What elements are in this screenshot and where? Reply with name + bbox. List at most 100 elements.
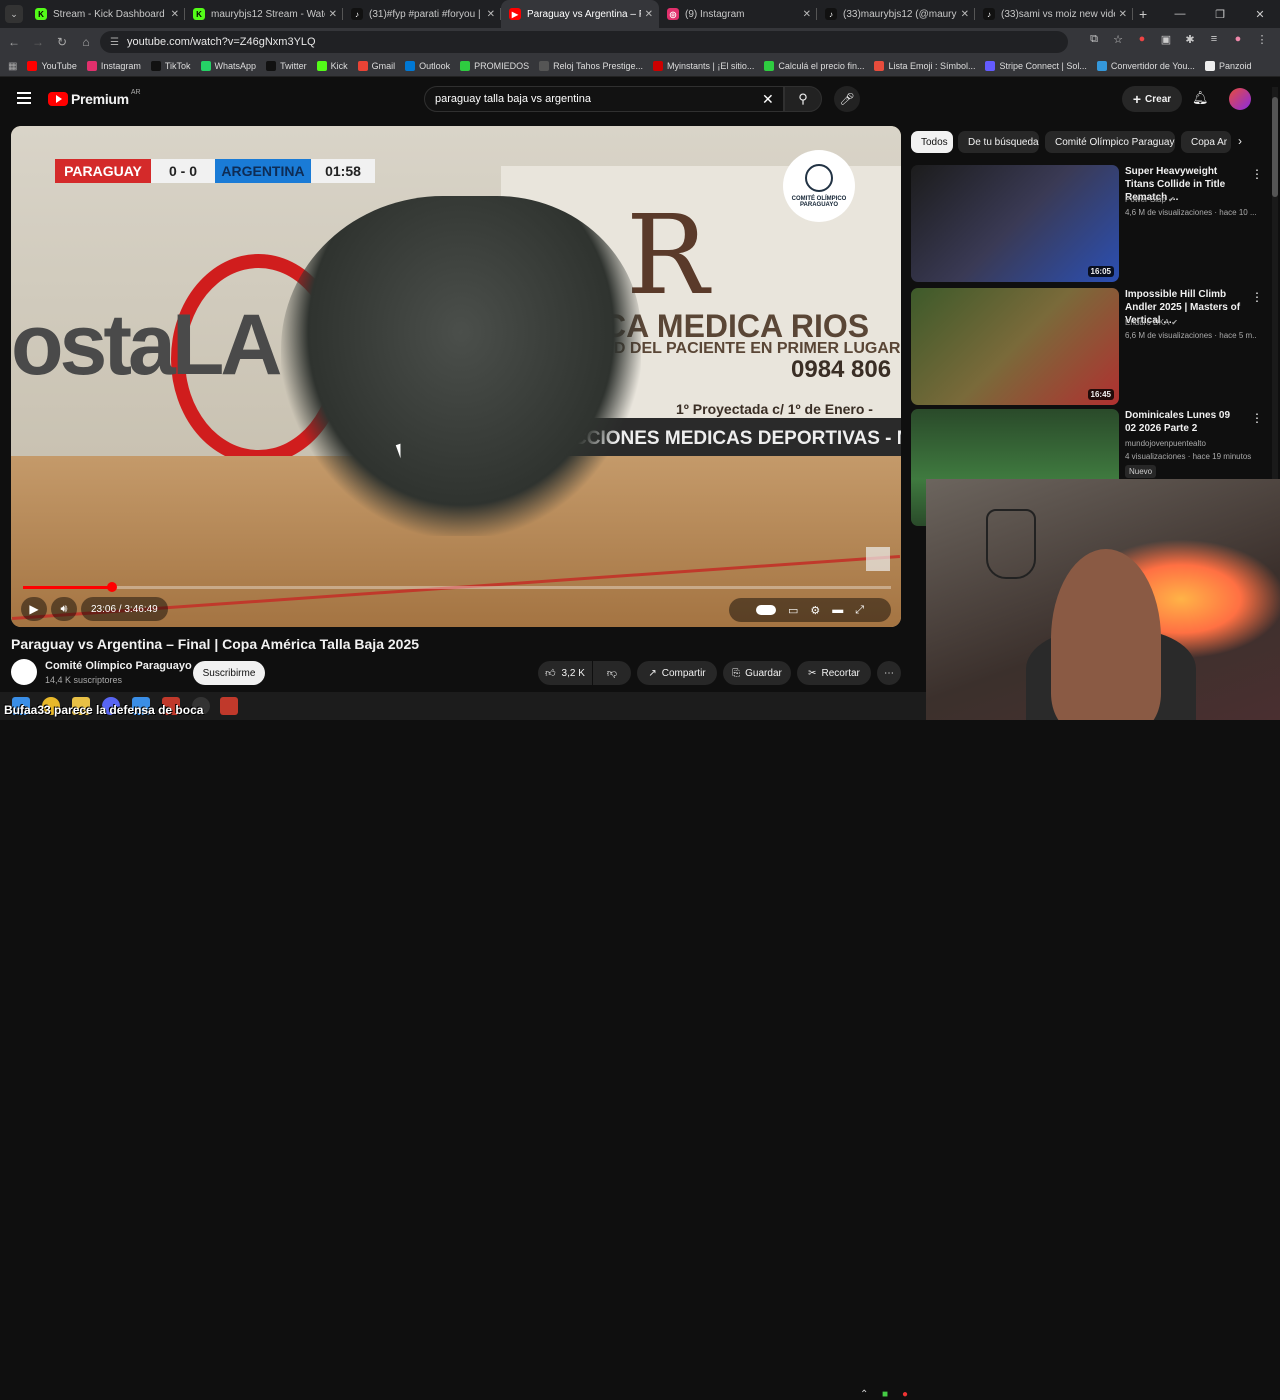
dislike-button[interactable]: 👎︎ bbox=[593, 661, 631, 685]
bookmark-item[interactable]: Calculá el precio fin... bbox=[764, 61, 864, 71]
home-icon[interactable]: ⌂ bbox=[74, 35, 98, 49]
filter-chip[interactable]: De tu búsqueda bbox=[958, 131, 1039, 153]
account-avatar[interactable] bbox=[1229, 88, 1251, 110]
more-options-icon[interactable]: ⋮ bbox=[1251, 167, 1263, 181]
notifications-bell-icon[interactable]: 🔔︎ bbox=[1192, 90, 1209, 106]
browser-tab[interactable]: K Stream - Kick Dashboard ✕ bbox=[27, 0, 185, 28]
reload-icon[interactable]: ↻ bbox=[50, 35, 74, 49]
profile-icon[interactable]: ● bbox=[1230, 33, 1246, 46]
new-tab-icon[interactable]: + bbox=[1139, 6, 1147, 22]
settings-gear-icon[interactable]: ⚙ bbox=[810, 604, 820, 617]
voice-search-button[interactable]: 🎤︎ bbox=[834, 86, 860, 112]
channel-avatar[interactable] bbox=[11, 659, 37, 685]
fullscreen-icon[interactable]: ⤢ bbox=[855, 604, 864, 617]
play-button[interactable]: ▶ bbox=[21, 597, 47, 621]
bookmark-item[interactable]: Twitter bbox=[266, 61, 307, 71]
tray-nvidia-icon[interactable]: ■ bbox=[882, 1389, 888, 1400]
channel-watermark[interactable] bbox=[866, 547, 890, 571]
tab-close-icon[interactable]: ✕ bbox=[803, 9, 811, 20]
close-window-icon[interactable]: ✕ bbox=[1240, 8, 1280, 21]
recommendation-title[interactable]: Dominicales Lunes 09 02 2026 Parte 2 bbox=[1125, 409, 1243, 435]
tab-close-icon[interactable]: ✕ bbox=[329, 9, 337, 20]
recommendation-meta: 6,6 M de visualizaciones · hace 5 m... bbox=[1125, 331, 1257, 340]
create-button[interactable]: + Crear bbox=[1122, 86, 1182, 112]
more-options-icon[interactable]: ⋮ bbox=[1251, 290, 1263, 304]
bookmark-item[interactable]: Kick bbox=[316, 61, 348, 71]
recommendation-channel[interactable]: Power Slap ✔ bbox=[1125, 195, 1175, 204]
bookmark-item[interactable]: Instagram bbox=[86, 61, 141, 71]
bookmark-item[interactable]: TikTok bbox=[150, 61, 191, 71]
chat-text: parece la defensa de boca bbox=[54, 703, 204, 717]
recommendation-channel[interactable]: mundojovenpuentealto bbox=[1125, 439, 1206, 448]
tab-close-icon[interactable]: ✕ bbox=[645, 9, 653, 20]
recommendation-channel[interactable]: Enduro DKA ✔ bbox=[1125, 318, 1178, 327]
filter-chip[interactable]: Copa Ar bbox=[1181, 131, 1231, 153]
back-icon[interactable]: ← bbox=[2, 35, 26, 49]
extension-icon[interactable]: ● bbox=[1134, 33, 1150, 46]
bookmark-item[interactable]: WhatsApp bbox=[200, 61, 256, 71]
tab-search-icon[interactable]: ⌄ bbox=[5, 5, 23, 23]
subscribe-button[interactable]: Suscribirme bbox=[193, 661, 265, 685]
bookmark-item[interactable]: Reloj Tahos Prestige... bbox=[539, 61, 643, 71]
bookmark-item[interactable]: PROMIEDOS bbox=[460, 61, 529, 71]
tray-app-icon[interactable]: ● bbox=[902, 1389, 908, 1400]
share-button[interactable]: ↗ Compartir bbox=[637, 661, 717, 685]
browser-tab[interactable]: ◎ (9) Instagram ✕ bbox=[659, 0, 817, 28]
tab-close-icon[interactable]: ✕ bbox=[961, 9, 969, 20]
scrollbar-thumb[interactable] bbox=[1272, 97, 1278, 197]
search-button[interactable]: ⚲ bbox=[784, 86, 822, 112]
reading-list-icon[interactable]: ≡ bbox=[1206, 33, 1222, 46]
cast-icon[interactable]: ⧉ bbox=[1086, 33, 1102, 46]
url-omnibox[interactable]: ☰ youtube.com/watch?v=Z46gNxm3YLQ bbox=[100, 31, 1068, 53]
autoplay-toggle[interactable] bbox=[755, 605, 776, 615]
bookmark-item[interactable]: Stripe Connect | Sol... bbox=[985, 61, 1087, 71]
tab-close-icon[interactable]: ✕ bbox=[1119, 9, 1127, 20]
bookmark-star-icon[interactable]: ☆ bbox=[1110, 33, 1126, 46]
bookmark-item[interactable]: Panzoid bbox=[1204, 61, 1251, 71]
chips-next-icon[interactable]: › bbox=[1238, 134, 1242, 148]
bookmark-item[interactable]: Myinstants | ¡El sitio... bbox=[653, 61, 754, 71]
bookmark-item[interactable]: Lista Emoji : Símbol... bbox=[874, 61, 975, 71]
filter-chip[interactable]: Comité Olímpico Paraguayo bbox=[1045, 131, 1175, 153]
browser-tab[interactable]: ♪ (33)maurybjs12 (@maurybjs12 ✕ bbox=[817, 0, 975, 28]
save-button[interactable]: ⎘ Guardar bbox=[723, 661, 791, 685]
browser-tab[interactable]: ♪ (31)#fyp #parati #foryou | TikT ✕ bbox=[343, 0, 501, 28]
recommendation-thumbnail[interactable]: 16:05 bbox=[911, 165, 1119, 282]
bookmark-item[interactable]: Convertidor de You... bbox=[1096, 61, 1195, 71]
search-input[interactable]: paraguay talla baja vs argentina bbox=[424, 86, 784, 112]
mute-button[interactable]: 🔊︎ bbox=[51, 597, 77, 621]
theater-mode-icon[interactable]: ▬ bbox=[832, 604, 843, 616]
site-info-icon[interactable]: ☰ bbox=[110, 37, 119, 48]
youtube-logo[interactable]: Premium AR bbox=[48, 89, 141, 107]
like-button[interactable]: 👍︎ 3,2 K bbox=[538, 661, 592, 685]
browser-tab[interactable]: Kmaurybjs12 Stream - Watch Liv ✕ bbox=[185, 0, 343, 28]
recommendation-thumbnail[interactable]: 16:45 bbox=[911, 288, 1119, 405]
progress-scrubber[interactable] bbox=[106, 582, 117, 592]
bookmark-item[interactable]: Gmail bbox=[357, 61, 395, 71]
restore-icon[interactable]: ❐ bbox=[1200, 8, 1240, 21]
browser-menu-icon[interactable]: ⋮ bbox=[1254, 33, 1270, 46]
minimize-icon[interactable]: — bbox=[1160, 8, 1200, 20]
bookmark-item[interactable]: YouTube bbox=[27, 61, 77, 71]
tray-chevron-icon[interactable]: ⌃ bbox=[860, 1389, 868, 1400]
extension-icon[interactable]: ▣ bbox=[1158, 33, 1174, 46]
channel-name[interactable]: Comité Olímpico Paraguayo bbox=[45, 660, 192, 672]
clip-button[interactable]: ✂ Recortar bbox=[797, 661, 871, 685]
captions-icon[interactable]: ▭ bbox=[788, 604, 798, 617]
menu-hamburger-icon[interactable] bbox=[17, 92, 31, 107]
tab-close-icon[interactable]: ✕ bbox=[487, 9, 495, 20]
more-actions-button[interactable]: ⋯ bbox=[877, 661, 901, 685]
video-player[interactable]: R NICA MEDICA RIOS ALUD DEL PACIENTE EN … bbox=[11, 126, 901, 627]
browser-tab[interactable]: ♪ (33)sami vs moiz new video 😂 ✕ bbox=[975, 0, 1133, 28]
taskbar-app-icon[interactable] bbox=[220, 697, 238, 715]
filter-chip[interactable]: Todos bbox=[911, 131, 953, 153]
clear-search-icon[interactable]: ✕ bbox=[762, 91, 774, 108]
browser-tab[interactable]: ▶ Paraguay vs Argentina – Fin ✕ bbox=[501, 0, 659, 28]
progress-bar[interactable] bbox=[23, 582, 891, 592]
more-options-icon[interactable]: ⋮ bbox=[1251, 411, 1263, 425]
bookmark-item[interactable]: Outlook bbox=[405, 61, 450, 71]
apps-grid-icon[interactable]: ▦ bbox=[8, 61, 17, 72]
tab-close-icon[interactable]: ✕ bbox=[171, 9, 179, 20]
extensions-puzzle-icon[interactable]: ✱ bbox=[1182, 33, 1198, 46]
forward-icon[interactable]: → bbox=[26, 35, 50, 49]
